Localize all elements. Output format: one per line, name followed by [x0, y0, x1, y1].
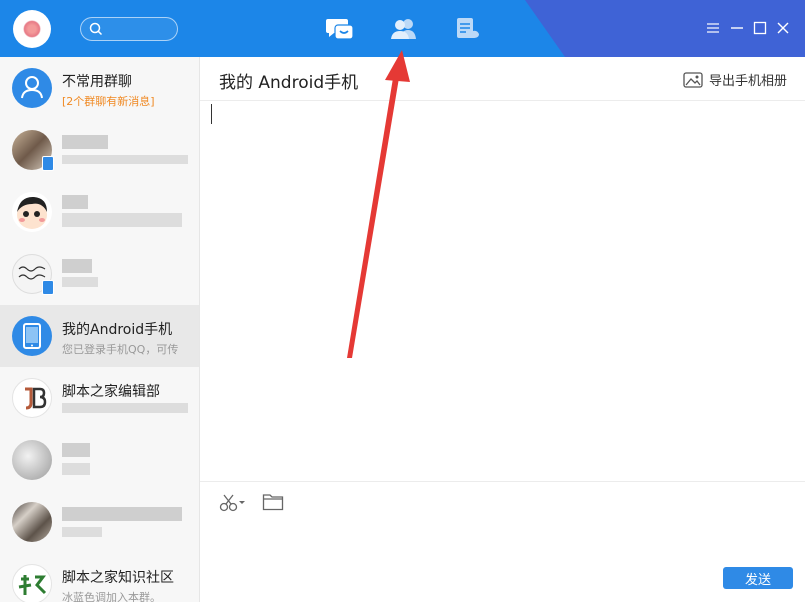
chat-title: 我的 Android手机	[219, 73, 359, 93]
send-button[interactable]: 发送	[723, 567, 793, 589]
blurred-preview	[62, 213, 182, 227]
conversation-preview: [2个群聊有新消息]	[62, 95, 155, 108]
jb51-logo-avatar	[12, 378, 52, 418]
conversation-item-community[interactable]: 脚本之家知识社区 冰蓝色调加入本群。	[0, 553, 199, 602]
image-icon	[683, 71, 703, 88]
community-avatar	[12, 564, 52, 602]
blurred-name	[62, 443, 90, 457]
title-bar-decoration-right	[565, 0, 805, 57]
blurred-name	[62, 259, 92, 273]
conversation-name: 脚本之家知识社区	[62, 570, 174, 586]
conversation-item-group-chats[interactable]: 不常用群聊 [2个群聊有新消息]	[0, 57, 199, 119]
blurred-preview	[62, 403, 188, 413]
contact-avatar	[12, 192, 52, 232]
phone-online-badge	[42, 280, 54, 295]
title-bar	[0, 0, 805, 57]
conversation-item[interactable]	[0, 491, 199, 553]
text-cursor	[211, 104, 212, 124]
conversation-item[interactable]	[0, 181, 199, 243]
tab-contacts-icon[interactable]	[389, 17, 419, 41]
conversation-preview: 您已登录手机QQ，可传	[62, 343, 179, 356]
export-album-button[interactable]: 导出手机相册	[683, 70, 787, 89]
conversation-name: 不常用群聊	[62, 74, 132, 90]
export-album-label: 导出手机相册	[709, 74, 788, 89]
conversation-item-android-phone[interactable]: 我的Android手机 您已登录手机QQ，可传	[0, 305, 199, 367]
maximize-icon[interactable]	[753, 21, 767, 35]
phone-online-badge	[42, 156, 54, 171]
tab-notes-icon[interactable]	[455, 17, 481, 41]
conversation-list: 不常用群聊 [2个群聊有新消息] 我的Android手机 您已登录手机QQ，可传…	[0, 57, 200, 602]
conversation-item[interactable]	[0, 429, 199, 491]
cartoon-face-icon	[17, 196, 47, 229]
blurred-name	[62, 507, 182, 521]
calligraphy-icon	[18, 575, 47, 595]
blurred-name	[62, 135, 108, 149]
contact-avatar	[12, 440, 52, 480]
phone-avatar	[12, 316, 52, 356]
close-icon[interactable]	[776, 21, 790, 35]
menu-icon[interactable]	[706, 21, 720, 35]
header-divider	[200, 100, 805, 101]
contact-avatar	[12, 502, 52, 542]
conversation-item-editorial[interactable]: 脚本之家编辑部	[0, 367, 199, 429]
conversation-name: 我的Android手机	[62, 322, 173, 338]
group-chat-avatar	[12, 68, 52, 108]
conversation-item[interactable]	[0, 119, 199, 181]
conversation-name: 脚本之家编辑部	[62, 384, 160, 400]
blurred-preview	[62, 277, 98, 287]
blurred-preview	[62, 527, 102, 537]
blurred-preview	[62, 463, 90, 475]
search-box[interactable]	[80, 17, 178, 41]
avatar-flower-icon	[23, 20, 41, 38]
jb-logo-icon	[25, 387, 47, 410]
title-bar-decoration	[525, 0, 565, 57]
conversation-item[interactable]	[0, 243, 199, 305]
group-people-icon	[21, 76, 43, 99]
user-avatar[interactable]	[13, 10, 51, 48]
tab-messages-icon[interactable]	[325, 17, 355, 41]
search-icon	[89, 22, 103, 36]
phone-device-icon	[23, 323, 41, 349]
minimize-icon[interactable]	[730, 21, 744, 35]
blurred-name	[62, 195, 88, 209]
conversation-preview: 冰蓝色调加入本群。	[62, 591, 161, 602]
folder-icon[interactable]	[262, 493, 284, 511]
screenshot-scissors-icon[interactable]	[219, 493, 247, 513]
input-divider	[200, 481, 805, 482]
blurred-preview	[62, 155, 188, 164]
